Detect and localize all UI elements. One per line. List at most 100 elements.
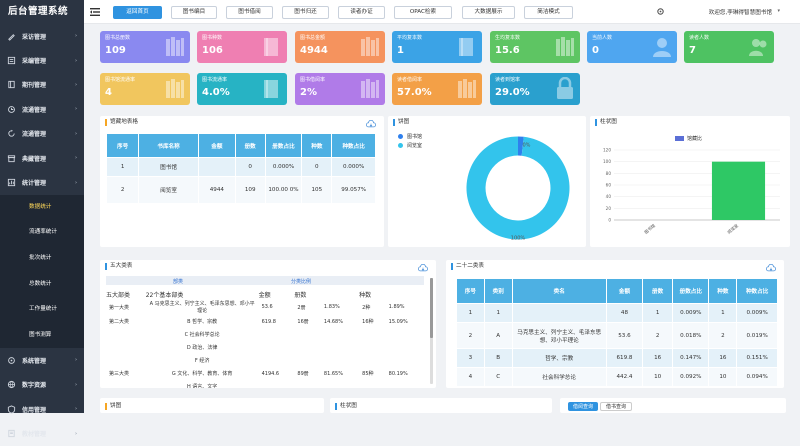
table-header[interactable]: 种数占比 [736, 278, 778, 304]
table-cell [106, 380, 146, 388]
download-cloud-icon[interactable] [366, 120, 376, 128]
credit-icon [7, 405, 16, 414]
header-tab[interactable]: 图书归还 [282, 6, 329, 19]
pie-legend-item[interactable]: 图书馆 [398, 133, 422, 142]
sidebar-subitem[interactable]: 工作量统计 [0, 297, 84, 323]
sidebar-item[interactable]: 流通管理 › [0, 97, 84, 121]
bar-chart: 0 20 40 60 80 100 120 图书馆 阅览室 [603, 148, 780, 236]
download-cloud-icon[interactable] [418, 264, 428, 272]
table-header[interactable]: 金额 [605, 278, 644, 304]
chevron-down-icon[interactable]: ▾ [777, 8, 780, 14]
sidebar-subitem[interactable]: 批次统计 [0, 245, 84, 272]
welcome-text[interactable]: 欢迎您,李琳得智慧图书馆 [709, 8, 772, 16]
stat-value: 1 [397, 45, 404, 56]
stat-label: 生均复本数 [495, 35, 521, 41]
table-header[interactable]: 册数 [642, 278, 674, 304]
sidebar-subitem[interactable]: 总数统计 [0, 271, 84, 298]
stat-label: 图书总册数 [105, 35, 131, 41]
stat-tile[interactable]: 图书总金额 4944 [295, 31, 385, 63]
table-cell: 81.65% [323, 370, 343, 377]
table-cell [359, 380, 386, 388]
header-tab[interactable]: 简洁模式 [524, 6, 573, 19]
download-cloud-icon[interactable] [766, 264, 776, 272]
stats-icon [7, 178, 16, 187]
archive-icon [7, 154, 16, 163]
collection-panel: 馆藏地表格 序号 书库名称 金额 册数 册数占比 种数 种数占比 1 图书馆 0 0.000% 0 0… [100, 116, 384, 247]
header-tab[interactable]: 返回首页 [113, 6, 162, 19]
bottom-bar-panel: 柱状图 [330, 398, 552, 413]
table-header[interactable]: 类名 [511, 278, 607, 304]
tab-book-query[interactable]: 借书查询 [600, 402, 633, 411]
table-cell [321, 380, 359, 388]
chevron-icon: › [74, 57, 77, 64]
stat-tile[interactable]: 读者人数 7 [684, 31, 774, 63]
table-header[interactable]: 类别 [483, 278, 513, 304]
table-cell: 53.6 [261, 304, 273, 310]
stat-tile[interactable]: 生均复本数 15.6 [490, 31, 580, 63]
table-header[interactable]: 书库名称 [138, 133, 199, 158]
stat-tile[interactable]: 图书馆流通率 4 [100, 73, 190, 105]
table-cell: 阅览室 [138, 176, 199, 204]
stat-label: 图书总金额 [300, 35, 326, 41]
sidebar-subitem[interactable]: 流通率统计 [0, 220, 84, 246]
table-cell: 2 [708, 322, 738, 349]
table-cell: 0.151% [736, 348, 778, 368]
sidebar-item[interactable]: 数字资源 › [0, 373, 84, 397]
header-tab[interactable]: 图书借阅 [226, 6, 273, 19]
table-header: 册数 [294, 291, 307, 299]
table-cell: 0 [301, 157, 333, 177]
header-tab[interactable]: 读者办证 [338, 6, 385, 19]
sidebar-item[interactable]: 信用管理 › [0, 397, 84, 421]
table-header[interactable]: 种数 [301, 133, 333, 158]
stat-tile[interactable]: 读者到馆率 29.0% [490, 73, 580, 105]
stat-tile[interactable]: 图书流通率 4.0% [197, 73, 287, 105]
header-tab[interactable]: OPAC检索 [394, 6, 452, 19]
sidebar-item[interactable]: 系统管理 › [0, 348, 84, 372]
table-header[interactable]: 种数占比 [331, 133, 376, 158]
sidebar-item-label: 期刊管理 [22, 82, 47, 90]
pie-legend-item[interactable]: 阅览室 [398, 142, 422, 151]
sidebar-subitem[interactable]: 数据统计 [0, 194, 84, 221]
sidebar-item[interactable]: 典藏管理 › [0, 146, 84, 170]
table-header[interactable]: 册数 [234, 133, 266, 158]
table-cell: H 语言、文字 [186, 384, 218, 388]
pen-icon [7, 32, 16, 41]
table-header[interactable]: 种数 [708, 278, 738, 304]
sidebar-item[interactable]: 流通管理 › [0, 122, 84, 146]
table-header[interactable]: 序号 [456, 278, 485, 304]
stat-tile[interactable]: 读者借阅率 57.0% [392, 73, 482, 105]
header-tab[interactable]: 大数据展示 [462, 6, 515, 19]
table-cell: 16册 [297, 319, 309, 325]
sidebar-subitem[interactable]: 图书测算 [0, 322, 84, 349]
pie-slice[interactable] [466, 136, 570, 240]
settings-icon[interactable] [656, 7, 665, 16]
table-header[interactable]: 金额 [197, 133, 236, 158]
table-cell: 1.89% [388, 304, 405, 310]
pie-legend-label: 图书馆 [407, 134, 423, 140]
table-header[interactable]: 册数占比 [672, 278, 710, 304]
five-group-header: 部类 分类比例 [106, 276, 424, 285]
refresh-icon [7, 129, 16, 138]
stat-tile[interactable]: 当前人数 0 [587, 31, 677, 63]
stat-tile[interactable]: 图书种数 106 [197, 31, 287, 63]
sidebar-item[interactable]: 教材管理 › [0, 421, 84, 445]
table-header[interactable]: 册数占比 [264, 133, 303, 158]
menu-toggle-icon[interactable] [89, 6, 101, 18]
sidebar-item[interactable]: 统计管理 › [0, 170, 84, 194]
chevron-icon: › [74, 179, 77, 186]
sidebar-item[interactable]: 采编管理 › [0, 48, 84, 72]
sidebar-item[interactable]: 采访管理 › [0, 24, 84, 48]
stat-tile[interactable]: 平均复本数 1 [392, 31, 482, 63]
y-tick-label: 0 [608, 218, 611, 223]
header-tab[interactable]: 图书编目 [171, 6, 217, 19]
sidebar-item-label: 流通管理 [22, 131, 47, 139]
tab-borrow-query[interactable]: 借阅查询 [568, 402, 599, 411]
sidebar-item[interactable]: 期刊管理 › [0, 73, 84, 97]
table-header[interactable]: 序号 [105, 133, 140, 158]
stat-tile[interactable]: 图书借阅率 2% [295, 73, 385, 105]
stat-tile[interactable]: 图书总册数 109 [100, 31, 190, 63]
textbook-icon [7, 429, 16, 438]
stat-label: 图书馆流通率 [105, 77, 136, 83]
bar[interactable] [711, 161, 766, 220]
scrollbar[interactable] [430, 278, 433, 384]
